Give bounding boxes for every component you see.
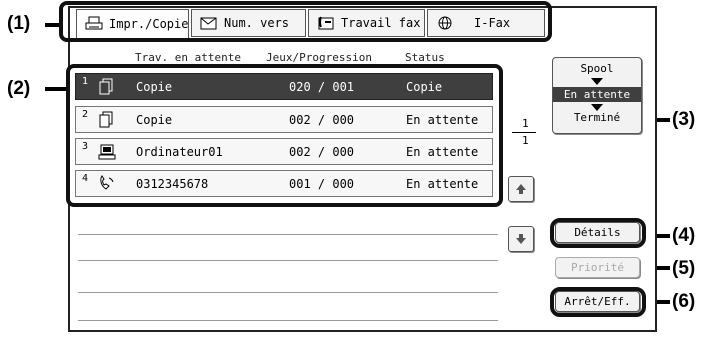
scroll-down-button[interactable] [508,226,534,252]
waiting-option[interactable]: En attente [553,87,641,102]
tabs-highlight [59,1,552,42]
job-list-selector[interactable]: Spool En attente Terminé [552,57,642,134]
priority-button[interactable]: Priorité [555,257,640,278]
callout-2: (2) [7,78,31,99]
column-header-status: Status [405,51,445,64]
stop-delete-button[interactable]: Arrêt/Eff. [555,291,640,312]
callout-6: (6) [672,291,696,312]
arrow-up-icon [515,180,527,199]
arrow-down-icon [591,78,603,85]
column-header-queue: Trav. en attente [135,51,241,64]
job-list-highlight [66,64,503,207]
page-total: 1 [522,134,529,147]
details-button[interactable]: Détails [555,222,640,243]
empty-row-divider [78,260,498,261]
page-divider [512,132,536,133]
callout-4: (4) [672,225,696,246]
column-header-sets: Jeux/Progression [266,51,372,64]
callout-5: (5) [672,258,696,279]
arrow-down-icon [591,104,603,111]
arrow-down-icon [515,230,527,249]
completed-option[interactable]: Terminé [553,111,641,124]
callout-1: (1) [7,13,31,34]
callout-3: (3) [672,109,696,130]
page-current: 1 [522,117,529,130]
empty-row-divider [78,320,498,321]
empty-row-divider [78,292,498,293]
spool-option[interactable]: Spool [553,62,641,75]
empty-row-divider [78,234,498,235]
scroll-up-button[interactable] [508,176,534,202]
